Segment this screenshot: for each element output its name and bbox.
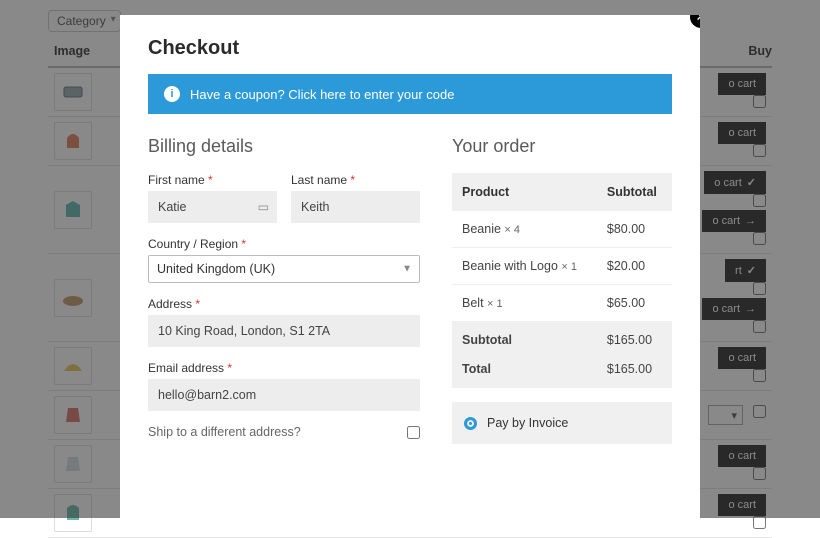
billing-section: Billing details First name * ▭ Last name… [148, 136, 420, 444]
order-item-row: Belt × 1 $65.00 [452, 285, 672, 322]
subtotal-label: Subtotal [452, 322, 597, 359]
close-icon: ✕ [696, 15, 700, 25]
item-price: $80.00 [597, 211, 672, 248]
item-name: Belt [462, 296, 484, 310]
email-input[interactable] [148, 379, 420, 411]
order-table: Product Subtotal Beanie × 4$80.00Beanie … [452, 173, 672, 388]
ship-different-label: Ship to a different address? [148, 425, 301, 439]
order-head-subtotal: Subtotal [597, 173, 672, 211]
order-item-row: Beanie with Logo × 1 $20.00 [452, 248, 672, 285]
payment-label: Pay by Invoice [487, 416, 568, 430]
payment-method[interactable]: Pay by Invoice [452, 402, 672, 444]
billing-heading: Billing details [148, 136, 420, 157]
order-section: Your order Product Subtotal Beanie × 4 $8… [452, 136, 672, 444]
ship-different-checkbox[interactable] [407, 426, 420, 439]
info-icon: i [164, 86, 180, 102]
last-name-label: Last name * [291, 173, 420, 187]
item-name: Beanie [462, 222, 501, 236]
checkout-title: Checkout [148, 37, 672, 60]
item-qty: × 4 [504, 224, 520, 236]
email-label: Email address * [148, 361, 420, 375]
contact-card-icon: ▭ [258, 200, 269, 214]
order-heading: Your order [452, 136, 672, 157]
address-label: Address * [148, 297, 420, 311]
total-label: Total [452, 358, 597, 388]
chevron-down-icon: ▼ [402, 264, 412, 275]
coupon-banner[interactable]: i Have a coupon? Click here to enter you… [148, 74, 672, 114]
order-item-row: Beanie × 4 $80.00 [452, 211, 672, 248]
radio-selected-icon [464, 417, 477, 430]
first-name-label: First name * [148, 173, 277, 187]
item-qty: × 1 [561, 261, 577, 273]
country-label: Country / Region * [148, 237, 420, 251]
country-select[interactable]: United Kingdom (UK) [148, 255, 420, 283]
total-value: $165.00 [597, 358, 672, 388]
item-price: $20.00 [597, 248, 672, 285]
close-button[interactable]: ✕ [690, 15, 700, 28]
subtotal-value: $165.00 [597, 322, 672, 359]
item-qty: × 1 [487, 298, 503, 310]
last-name-input[interactable] [291, 191, 420, 223]
item-name: Beanie with Logo [462, 259, 558, 273]
checkout-modal: ✕ Checkout i Have a coupon? Click here t… [120, 15, 700, 518]
item-price: $65.00 [597, 285, 672, 322]
address-input[interactable] [148, 315, 420, 347]
order-head-product: Product [452, 173, 597, 211]
coupon-text: Have a coupon? Click here to enter your … [190, 87, 455, 102]
